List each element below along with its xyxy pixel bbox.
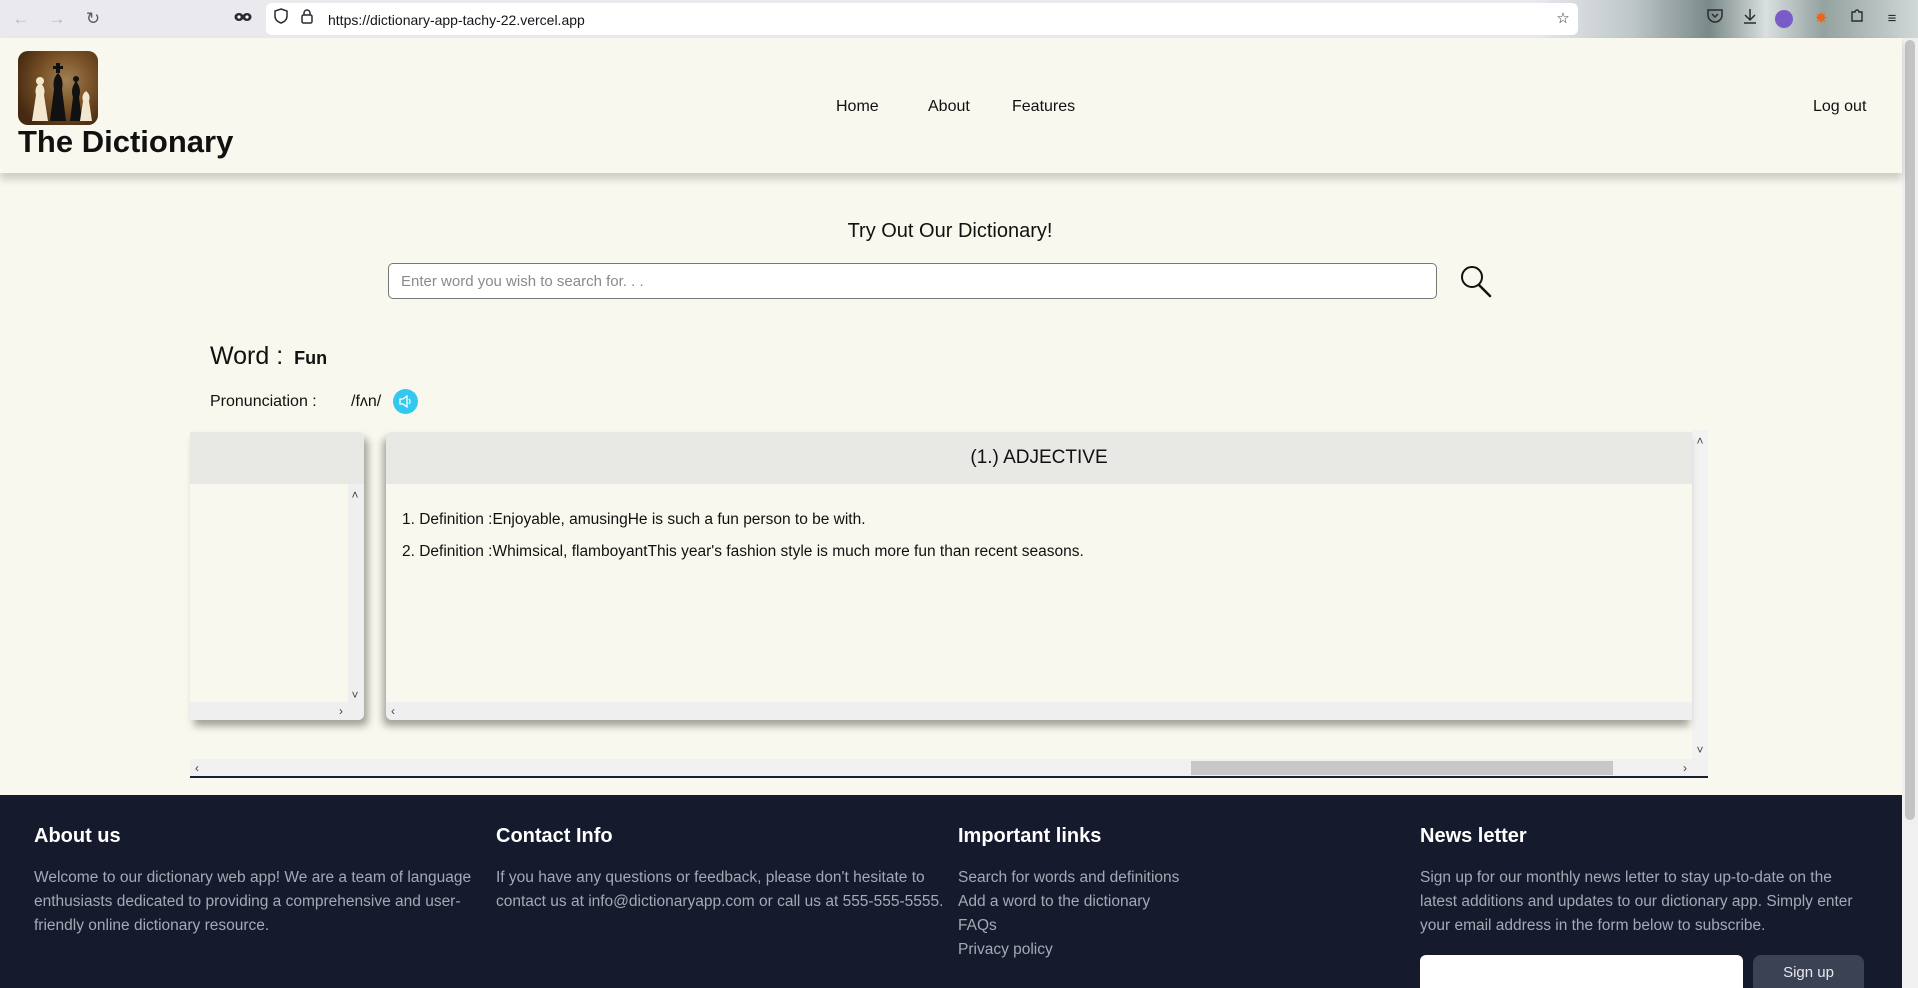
meaning-card-partial: ˄ ˅ › [190, 432, 364, 720]
footer-newsletter-text: Sign up for our monthly news letter to s… [1420, 869, 1853, 934]
footer-newsletter: News letter Sign up for our monthly news… [1420, 825, 1870, 938]
footer-about-text: Welcome to our dictionary web app! We ar… [34, 869, 472, 934]
lock-icon[interactable] [296, 8, 318, 30]
forward-icon[interactable]: → [46, 8, 68, 30]
word-heading: Word : Fun [210, 342, 327, 371]
pocket-icon[interactable] [1704, 8, 1726, 30]
scroll-down-arrow-icon[interactable]: ˅ [1693, 743, 1707, 757]
signup-button[interactable]: Sign up [1753, 955, 1864, 988]
meaning-card-adjective: (1.) ADJECTIVE 1. Definition :Enjoyable,… [386, 432, 1692, 720]
menu-icon[interactable]: ≡ [1881, 8, 1903, 30]
card-scroll-left-icon[interactable]: ‹ [386, 704, 400, 718]
footer-contact-title: Contact Info [496, 825, 613, 847]
footer-link-faqs[interactable]: FAQs [958, 914, 1398, 938]
nav-features-link[interactable]: Features [1012, 98, 1075, 116]
horizontal-scroll-thumb[interactable] [1191, 761, 1613, 775]
site-title: The Dictionary [18, 124, 234, 159]
puzzle-icon[interactable] [1846, 8, 1868, 30]
site-header: The Dictionary Home About Features Log o… [0, 38, 1902, 173]
footer-about: About us Welcome to our dictionary web a… [34, 825, 474, 938]
logout-link[interactable]: Log out [1813, 98, 1902, 116]
footer-links-title: Important links [958, 825, 1102, 847]
pronunciation-label: Pronunciation : [210, 393, 317, 410]
divider [190, 776, 1708, 778]
search-heading: Try Out Our Dictionary! [847, 220, 1053, 242]
footer-contact: Contact Info If you have any questions o… [496, 825, 946, 914]
pronunciation-value: /fʌn/ [351, 393, 382, 410]
search-icon[interactable] [1459, 263, 1493, 299]
nav-about-link[interactable]: About [928, 98, 970, 116]
page-scroll-thumb[interactable] [1905, 40, 1915, 820]
back-icon[interactable]: ← [10, 8, 32, 30]
footer-link-add-word[interactable]: Add a word to the dictionary [958, 890, 1398, 914]
word-label: Word : [210, 342, 284, 370]
newsletter-email-input[interactable] [1420, 955, 1743, 988]
footer-links: Important links Search for words and def… [958, 825, 1398, 962]
footer-newsletter-title: News letter [1420, 825, 1527, 847]
star-icon[interactable]: ☆ [1552, 8, 1574, 30]
url-bar[interactable]: https://dictionary-app-tachy-22.vercel.a… [266, 3, 1578, 35]
footer-link-privacy[interactable]: Privacy policy [958, 938, 1398, 962]
profile-icon[interactable] [1775, 10, 1793, 28]
nav-home-link[interactable]: Home [836, 98, 879, 116]
card-scroll-up-icon[interactable]: ˄ [348, 488, 362, 502]
card-header [190, 432, 364, 484]
card-scroll-down-icon[interactable]: ˅ [348, 688, 362, 702]
definition-item: 1. Definition :Enjoyable, amusingHe is s… [402, 511, 866, 528]
card-vertical-scrollbar[interactable] [348, 484, 364, 704]
part-of-speech-heading: (1.) ADJECTIVE [386, 432, 1692, 484]
browser-toolbar: ← → ↻ https://dictionary-app-tachy-22.ve… [0, 0, 1918, 38]
scroll-right-arrow-icon[interactable]: › [1678, 761, 1692, 775]
vertical-scrollbar[interactable] [1692, 430, 1708, 759]
footer-about-title: About us [34, 825, 121, 847]
footer-link-search[interactable]: Search for words and definitions [958, 866, 1398, 890]
card-horizontal-scrollbar[interactable] [386, 702, 1692, 720]
reload-icon[interactable]: ↻ [82, 8, 104, 30]
definitions-list: 1. Definition :Enjoyable, amusingHe is s… [386, 484, 1692, 588]
tracking-mask-icon[interactable] [232, 8, 254, 30]
footer-contact-text: If you have any questions or feedback, p… [496, 869, 944, 910]
scroll-left-arrow-icon[interactable]: ‹ [190, 761, 204, 775]
download-icon[interactable] [1739, 8, 1761, 30]
speaker-icon[interactable] [393, 389, 418, 414]
scroll-up-arrow-icon[interactable]: ˄ [1693, 434, 1707, 448]
extension-icon[interactable]: ✸ [1810, 8, 1832, 30]
word-value: Fun [294, 348, 328, 368]
meanings-scroll-container[interactable]: ˄ ˅ ˄ ˅ › (1.) ADJECTIVE 1. Definition :… [190, 430, 1708, 778]
site-footer: About us Welcome to our dictionary web a… [0, 795, 1902, 988]
search-input[interactable] [388, 263, 1437, 299]
shield-icon[interactable] [270, 8, 292, 30]
url-text[interactable]: https://dictionary-app-tachy-22.vercel.a… [328, 12, 585, 28]
definition-item: 2. Definition :Whimsical, flamboyantThis… [402, 543, 1084, 560]
chess-logo[interactable] [18, 51, 98, 125]
card-scroll-right-icon[interactable]: › [334, 704, 348, 718]
